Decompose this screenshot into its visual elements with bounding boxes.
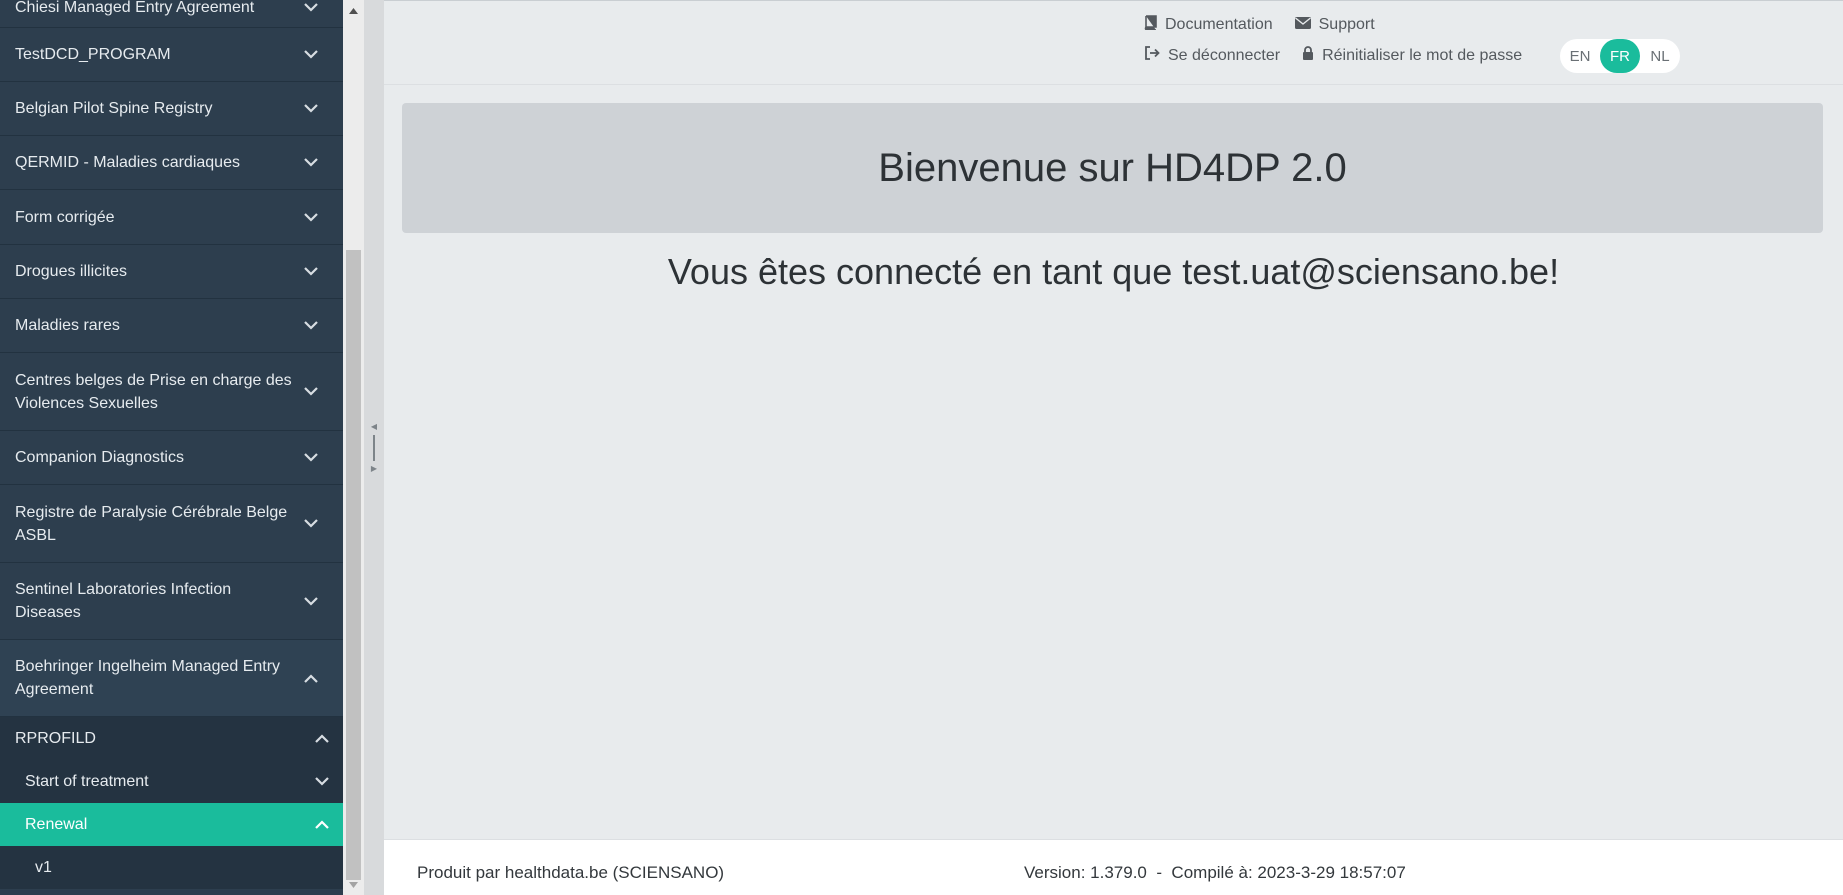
main-content: Documentation Support Se déconnecter Réi…	[384, 0, 1843, 895]
sidebar-item-maladies-rares[interactable]: Maladies rares	[0, 299, 343, 353]
scroll-down-arrow-icon[interactable]	[343, 874, 364, 895]
sidebar-subitem-label: Renewal	[25, 815, 88, 833]
sidebar-item-label: Centres belges de Prise en charge des Vi…	[15, 371, 292, 412]
sidebar-subitem-label: RPROFILD	[15, 729, 96, 747]
sidebar-item-label: Boehringer Ingelheim Managed Entry Agree…	[15, 658, 281, 698]
chevron-down-icon	[303, 318, 319, 334]
sidebar-item-boehringer[interactable]: Boehringer Ingelheim Managed Entry Agree…	[0, 640, 343, 717]
welcome-banner: Bienvenue sur HD4DP 2.0	[402, 103, 1823, 233]
sidebar-scrollbar[interactable]	[343, 0, 364, 895]
chevron-down-icon	[303, 0, 319, 15]
sidebar-item-label: Drogues illicites	[15, 263, 128, 280]
scroll-up-arrow-icon[interactable]	[343, 0, 364, 21]
pane-splitter[interactable]: ◀ ▶	[364, 0, 384, 895]
collapse-left-icon[interactable]: ◀	[371, 422, 377, 431]
chevron-down-icon	[303, 450, 319, 466]
chevron-down-icon	[303, 101, 319, 117]
footer: Produit par healthdata.be (SCIENSANO) Ve…	[384, 839, 1843, 895]
chevron-down-icon	[303, 264, 319, 280]
sidebar-subitem-rprofild[interactable]: RPROFILD	[0, 717, 343, 760]
logged-in-message: Vous êtes connecté en tant que test.uat@…	[384, 251, 1843, 293]
welcome-suffix: !	[1549, 251, 1560, 292]
sidebar-item-label: TestDCD_PROGRAM	[15, 46, 171, 63]
top-links-row-1: Documentation Support	[1144, 15, 1375, 35]
chevron-down-icon	[303, 384, 319, 400]
book-icon	[1144, 15, 1157, 35]
sidebar-subitem-label: v1	[35, 858, 52, 876]
sidebar-subitem-v1[interactable]: v1	[0, 846, 343, 889]
chevron-down-icon	[303, 47, 319, 63]
sidebar-item-label: Companion Diagnostics	[15, 449, 184, 466]
sidebar-item-form-corrigee[interactable]: Form corrigée	[0, 190, 343, 245]
sidebar-item-label: Maladies rares	[15, 317, 120, 334]
sidebar-subitem-start-of-treatment[interactable]: Start of treatment	[0, 760, 343, 803]
sidebar-item-chiesi[interactable]: Chiesi Managed Entry Agreement	[0, 0, 343, 28]
sidebar-item-companion[interactable]: Companion Diagnostics	[0, 431, 343, 485]
support-link[interactable]: Support	[1294, 16, 1375, 34]
chevron-down-icon	[303, 209, 319, 225]
lang-fr[interactable]: FR	[1600, 39, 1640, 73]
page-title: Bienvenue sur HD4DP 2.0	[878, 145, 1347, 190]
top-links-row-2: Se déconnecter Réinitialiser le mot de p…	[1144, 46, 1522, 65]
sidebar-subitem-label: Start of treatment	[25, 772, 149, 790]
scroll-thumb[interactable]	[346, 250, 361, 880]
chevron-down-icon	[303, 155, 319, 171]
envelope-icon	[1294, 16, 1311, 34]
sidebar-item-label: Chiesi Managed Entry Agreement	[15, 0, 255, 16]
chevron-up-icon	[315, 816, 329, 834]
welcome-prefix: Vous êtes connecté en tant que	[667, 251, 1183, 292]
chevron-up-icon	[315, 730, 329, 748]
sidebar-item-label: Sentinel Laboratories Infection Diseases	[15, 581, 232, 621]
sidebar-item-paralysie[interactable]: Registre de Paralysie Cérébrale Belge AS…	[0, 485, 343, 563]
sidebar-item-label: Registre de Paralysie Cérébrale Belge AS…	[15, 503, 288, 544]
sidebar-item-qermid[interactable]: QERMID - Maladies cardiaques	[0, 136, 343, 190]
footer-producer: Produit par healthdata.be (SCIENSANO)	[417, 863, 725, 882]
lock-icon	[1302, 46, 1314, 65]
sidebar-item-sentinel[interactable]: Sentinel Laboratories Infection Diseases	[0, 563, 343, 640]
logout-link[interactable]: Se déconnecter	[1144, 46, 1280, 65]
chevron-down-icon	[303, 516, 319, 532]
sidebar-subitem-renewal[interactable]: Renewal	[0, 803, 343, 846]
chevron-up-icon	[303, 670, 319, 686]
user-email: test.uat@sciensano.be	[1182, 251, 1550, 292]
sidebar: Chiesi Managed Entry Agreement TestDCD_P…	[0, 0, 343, 895]
reset-password-link[interactable]: Réinitialiser le mot de passe	[1302, 46, 1522, 65]
sidebar-item-drogues[interactable]: Drogues illicites	[0, 245, 343, 299]
lang-nl[interactable]: NL	[1640, 39, 1680, 73]
sidebar-item-testdcd[interactable]: TestDCD_PROGRAM	[0, 28, 343, 82]
sidebar-item-spine-registry[interactable]: Belgian Pilot Spine Registry	[0, 82, 343, 136]
footer-build-info: Version: 1.379.0 - Compilé à: 2023-3-29 …	[1024, 863, 1406, 882]
sidebar-item-label: Form corrigée	[15, 208, 115, 226]
lang-en[interactable]: EN	[1560, 39, 1600, 73]
sidebar-item-violences[interactable]: Centres belges de Prise en charge des Vi…	[0, 353, 343, 431]
sign-out-icon	[1144, 46, 1160, 65]
chevron-down-icon	[303, 593, 319, 609]
language-switcher: EN FR NL	[1560, 39, 1680, 73]
submenu-boehringer: RPROFILD Start of treatment Renewal v1	[0, 717, 343, 889]
splitter-grip-icon[interactable]	[373, 434, 375, 461]
chevron-down-icon	[315, 773, 329, 791]
top-bar: Documentation Support Se déconnecter Réi…	[384, 1, 1843, 85]
sidebar-item-label: QERMID - Maladies cardiaques	[15, 154, 240, 171]
documentation-link[interactable]: Documentation	[1144, 15, 1273, 35]
sidebar-item-label: Belgian Pilot Spine Registry	[15, 100, 213, 117]
expand-right-icon[interactable]: ▶	[371, 464, 377, 473]
